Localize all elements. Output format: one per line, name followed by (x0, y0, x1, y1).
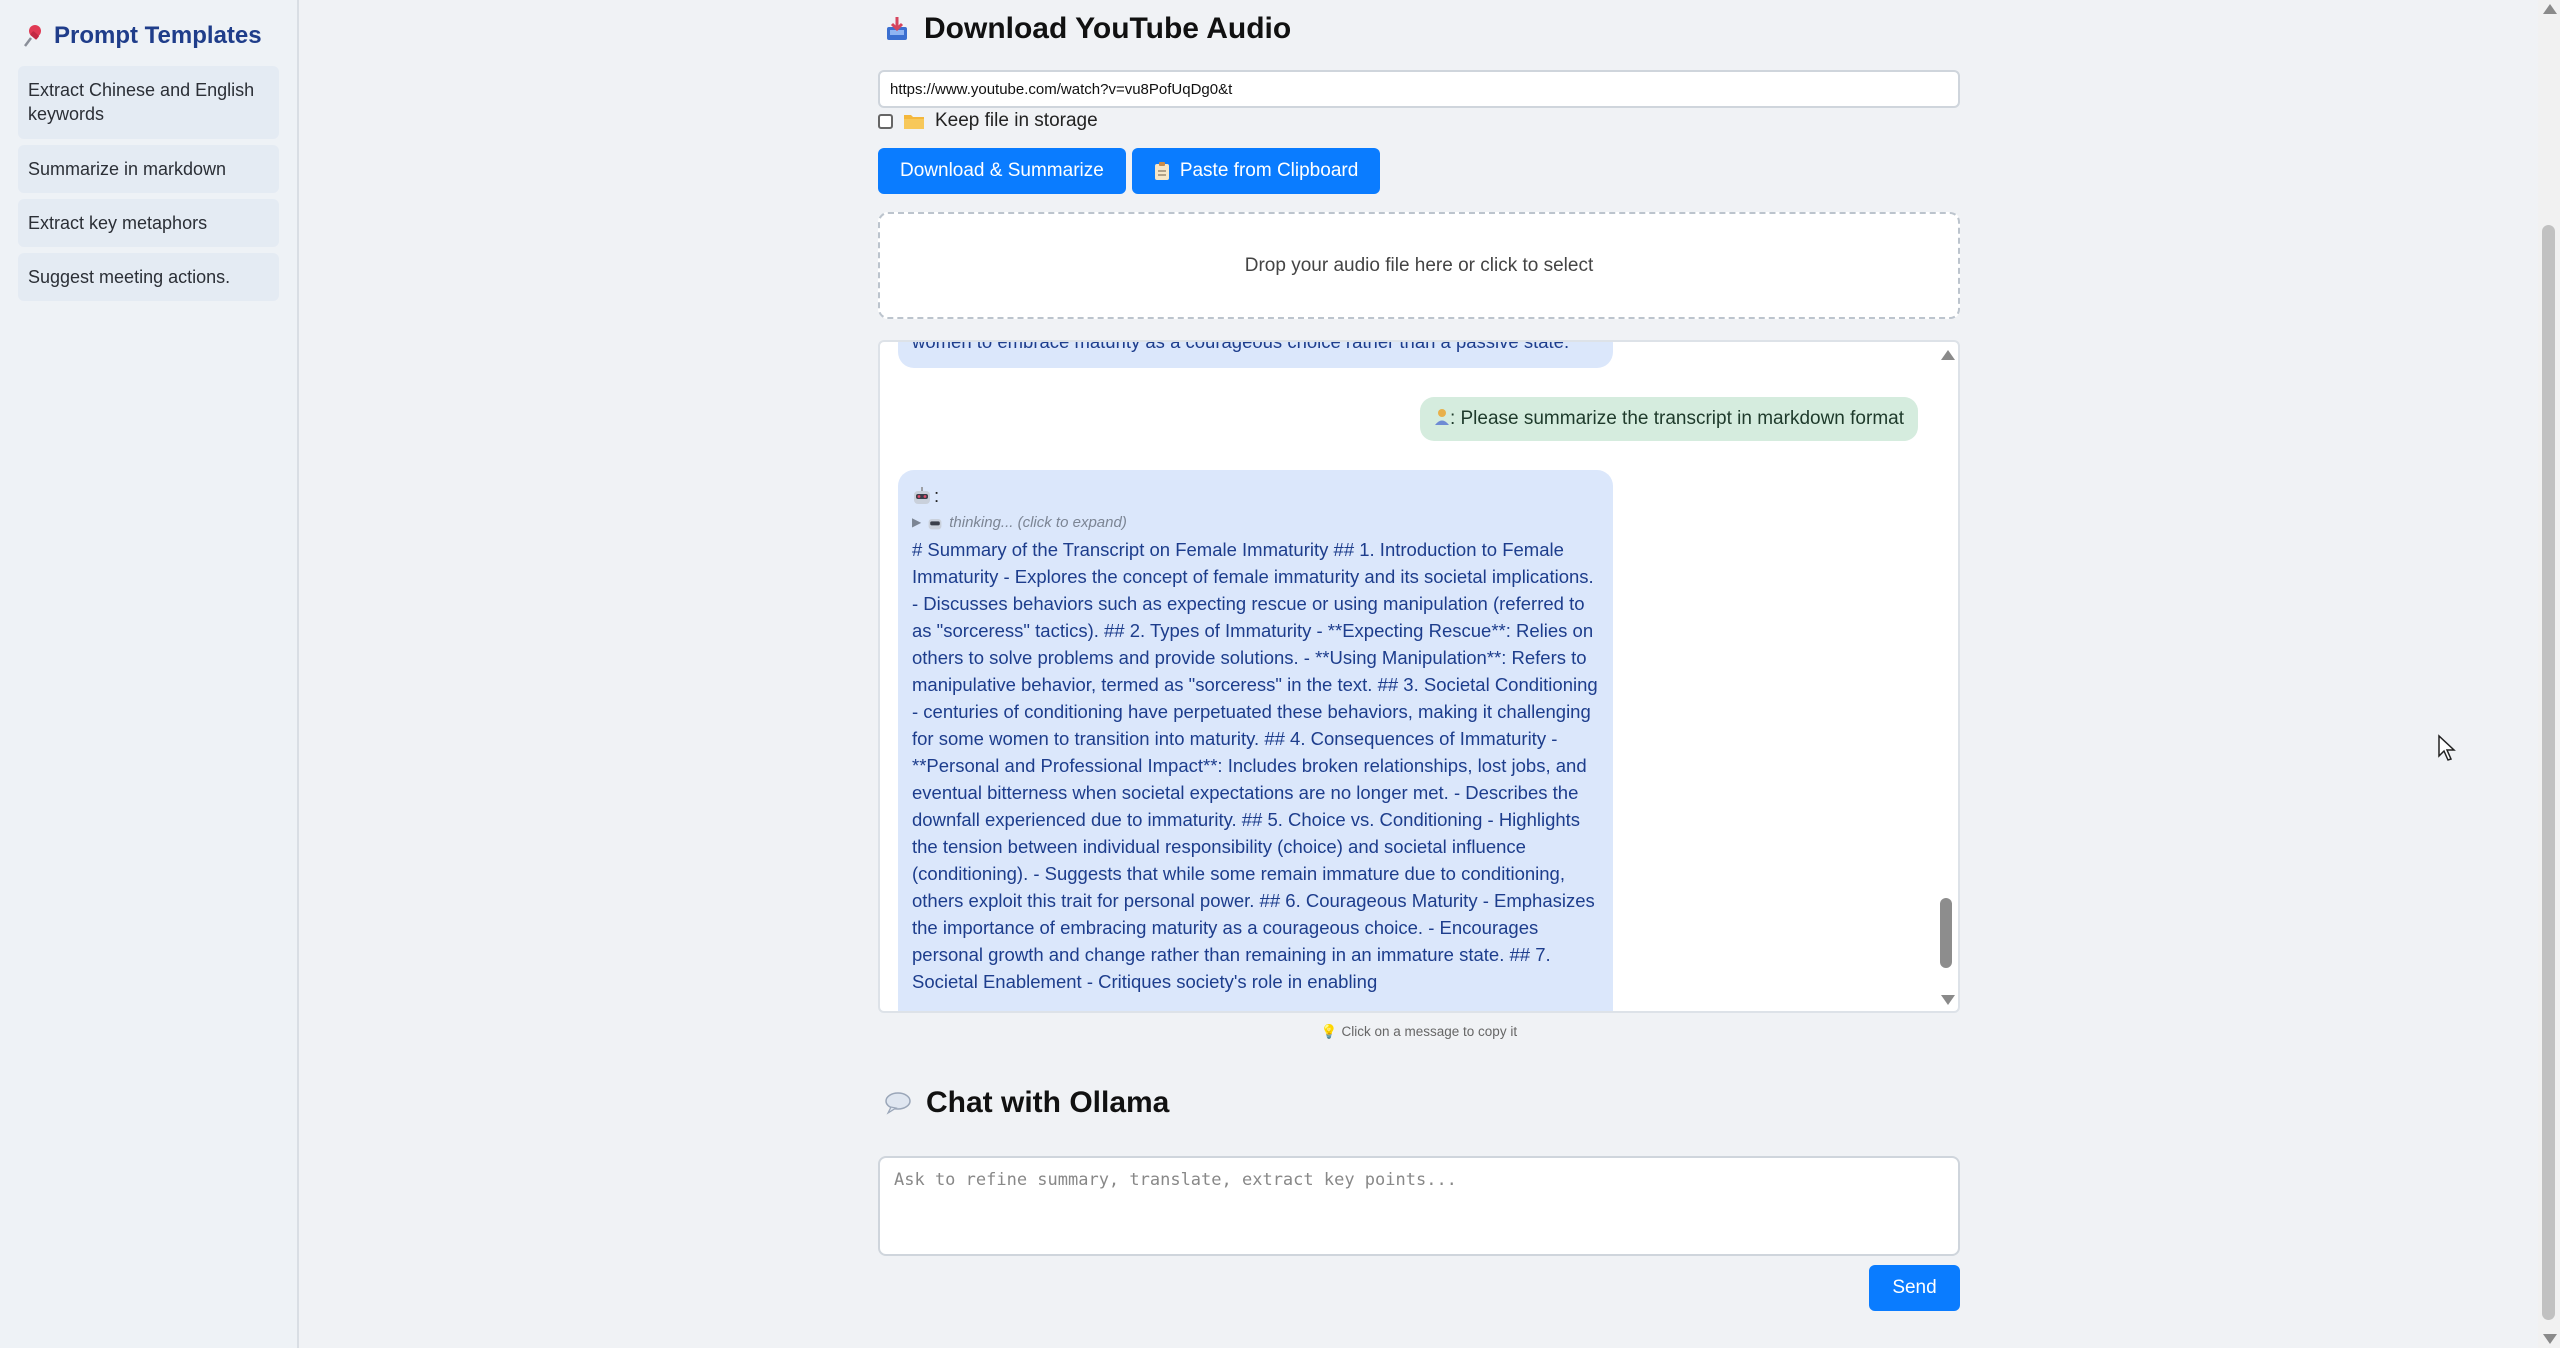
paste-clipboard-button[interactable]: Paste from Clipboard (1131, 148, 1381, 194)
download-header: Download YouTube Audio (884, 12, 1291, 46)
robot-icon (914, 486, 930, 504)
dropzone-text: Drop your audio file here or click to se… (1244, 254, 1594, 276)
previous-message-text: women to embrace maturity as a courageou… (912, 340, 1570, 352)
chat-header: Chat with Ollama (884, 1086, 1169, 1120)
download-summarize-button[interactable]: Download & Summarize (878, 148, 1126, 194)
page-scroll-up-icon[interactable] (2543, 4, 2557, 14)
user-avatar-icon (1434, 408, 1450, 426)
message-scrollbar[interactable] (1936, 342, 1958, 1011)
inbox-tray-icon (887, 17, 907, 40)
copy-hint: 💡 Click on a message to copy it (878, 1024, 1960, 1040)
light-bulb-icon: 💡 (1320, 1024, 1338, 1039)
ai-message-previous[interactable]: women to embrace maturity as a courageou… (898, 340, 1613, 368)
paste-clipboard-label: Paste from Clipboard (1179, 160, 1359, 181)
ai-message-summary[interactable]: : ▶ thinking... (click to expand) # Summ… (898, 470, 1613, 1011)
user-message-text: : Please summarize the transcript in mar… (1449, 408, 1904, 429)
template-summarize-markdown[interactable]: Summarize in markdown (18, 144, 279, 193)
message-list[interactable]: women to embrace maturity as a courageou… (878, 340, 1960, 1013)
send-label: Send (1892, 1277, 1937, 1298)
keep-file-checkbox[interactable] (878, 113, 893, 129)
copy-hint-text: Click on a message to copy it (1341, 1024, 1518, 1039)
sidebar-title: Prompt Templates (54, 22, 262, 49)
page-scroll-thumb[interactable] (2542, 225, 2555, 1320)
page-scrollbar[interactable] (2538, 0, 2560, 1348)
ai-summary-text: # Summary of the Transcript on Female Im… (912, 539, 1598, 992)
message-scroll-thumb[interactable] (1940, 898, 1952, 968)
pushpin-icon (24, 25, 41, 47)
template-extract-keywords[interactable]: Extract Chinese and English keywords (18, 66, 279, 139)
ai-header: : (912, 482, 1599, 509)
speech-balloon-icon (885, 1092, 911, 1115)
expand-triangle-icon: ▶ (912, 515, 922, 529)
download-summarize-label: Download & Summarize (900, 160, 1104, 181)
scroll-down-arrow-icon[interactable] (1941, 995, 1955, 1005)
clipboard-icon (1154, 162, 1169, 180)
keep-file-row: Keep file in storage (878, 110, 1098, 132)
thinking-toggle[interactable]: ▶ thinking... (click to expand) (912, 509, 1599, 536)
template-extract-metaphors[interactable]: Extract key metaphors (18, 198, 279, 248)
audio-dropzone[interactable]: Drop your audio file here or click to se… (878, 212, 1960, 319)
sidebar-header: Prompt Templates (22, 22, 279, 50)
mouse-cursor-icon (2438, 734, 2456, 761)
keep-file-label: Keep file in storage (935, 110, 1098, 131)
chat-input[interactable] (878, 1156, 1960, 1256)
template-meeting-actions[interactable]: Suggest meeting actions. (18, 253, 279, 302)
chat-title: Chat with Ollama (926, 1086, 1170, 1119)
page-scroll-down-icon[interactable] (2543, 1334, 2557, 1344)
ai-prefix: : (934, 485, 940, 506)
youtube-url-input[interactable] (878, 70, 1960, 108)
sidebar: Prompt Templates Extract Chinese and Eng… (0, 0, 299, 1348)
download-title: Download YouTube Audio (924, 12, 1292, 45)
robot-icon (928, 518, 942, 529)
thinking-label: thinking... (click to expand) (949, 514, 1127, 531)
user-message[interactable]: : Please summarize the transcript in mar… (1419, 397, 1918, 441)
folder-icon (904, 115, 924, 129)
send-button[interactable]: Send (1869, 1265, 1960, 1311)
scroll-up-arrow-icon[interactable] (1941, 350, 1955, 360)
action-buttons: Download & Summarize Paste from Clipboar… (878, 148, 1381, 194)
